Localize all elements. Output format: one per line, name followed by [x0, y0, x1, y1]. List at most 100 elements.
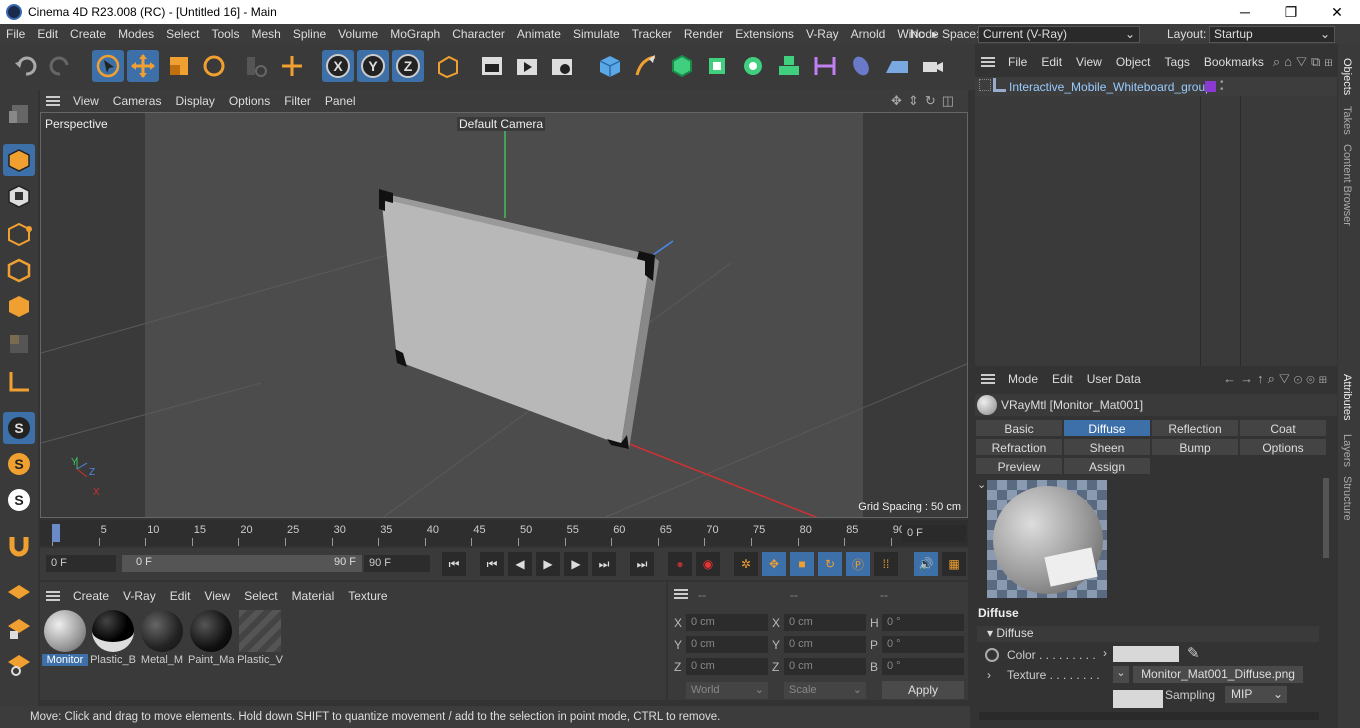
- material-menu-texture[interactable]: Texture: [341, 589, 394, 603]
- x-axis-lock-button[interactable]: X: [322, 50, 354, 82]
- tab-sheen[interactable]: Sheen: [1063, 438, 1151, 456]
- side-tab-objects[interactable]: Objects: [1341, 58, 1353, 95]
- live-selection-button[interactable]: [92, 50, 124, 82]
- material-swatch-monitor[interactable]: Monitor: [42, 608, 88, 668]
- tab-basic[interactable]: Basic: [975, 419, 1063, 437]
- render-view-button[interactable]: [476, 50, 508, 82]
- redo-button[interactable]: [44, 50, 76, 82]
- rot-b-field[interactable]: 0 °: [882, 658, 964, 675]
- menu-modes[interactable]: Modes: [112, 27, 160, 41]
- eyedropper-icon[interactable]: ✎: [1187, 644, 1200, 662]
- collapse-chevron-icon[interactable]: ⌄: [977, 478, 986, 491]
- edges-mode-button[interactable]: [3, 254, 35, 286]
- current-frame-field[interactable]: 0 F: [902, 525, 966, 542]
- grid-button[interactable]: [3, 576, 35, 608]
- snap-button[interactable]: S: [3, 412, 35, 444]
- size-y-field[interactable]: 0 cm: [784, 636, 866, 653]
- tab-options[interactable]: Options: [1239, 438, 1327, 456]
- menu-animate[interactable]: Animate: [511, 27, 567, 41]
- sampling-select[interactable]: MIP ⌄: [1225, 686, 1287, 703]
- object-row[interactable]: Interactive_Mobile_Whiteboard_group • •: [975, 77, 1337, 96]
- make-editable-button[interactable]: [3, 98, 35, 130]
- side-tab-attributes[interactable]: Attributes: [1341, 374, 1353, 420]
- material-menu-icon[interactable]: [46, 591, 60, 601]
- render-settings-button[interactable]: [546, 50, 578, 82]
- move-tool-button[interactable]: [127, 50, 159, 82]
- menu-character[interactable]: Character: [446, 27, 511, 41]
- menu-select[interactable]: Select: [160, 27, 205, 41]
- axis-tool-button[interactable]: [276, 50, 308, 82]
- material-menu-select[interactable]: Select: [237, 589, 284, 603]
- previous-frame-button[interactable]: ◀: [508, 552, 532, 576]
- points-mode-button[interactable]: [3, 218, 35, 250]
- tab-assign[interactable]: Assign: [1063, 457, 1151, 475]
- attribute-menu-user-data[interactable]: User Data: [1080, 372, 1148, 386]
- 3d-viewport[interactable]: Perspective Default Camera Y Z X Grid Sp…: [40, 112, 968, 518]
- tab-reflection[interactable]: Reflection: [1151, 419, 1239, 437]
- minimize-button[interactable]: ─: [1222, 0, 1268, 24]
- sound-button[interactable]: 🔊: [914, 552, 938, 576]
- model-mode-button[interactable]: [3, 144, 35, 176]
- viewport-menu-cameras[interactable]: Cameras: [106, 94, 169, 108]
- subdivision-surface-button[interactable]: [666, 50, 698, 82]
- pos-x-field[interactable]: 0 cm: [686, 614, 768, 631]
- cube-object-button[interactable]: [594, 50, 626, 82]
- next-frame-button[interactable]: ▶: [564, 552, 588, 576]
- attribute-nav-icons[interactable]: ←→↑⌕▽⊙⊚⊞: [1223, 371, 1331, 387]
- viewport-menu-options[interactable]: Options: [222, 94, 277, 108]
- object-menu-file[interactable]: File: [1001, 55, 1034, 69]
- apply-button[interactable]: Apply: [882, 681, 964, 699]
- menu-mesh[interactable]: Mesh: [245, 27, 286, 41]
- diffuse-group-header[interactable]: ▾ Diffuse: [977, 626, 1319, 642]
- lock-workplane-button[interactable]: [3, 612, 35, 644]
- magnet-button[interactable]: [3, 530, 35, 562]
- cloner-button[interactable]: [737, 50, 769, 82]
- pos-z-field[interactable]: 0 cm: [686, 658, 768, 675]
- texture-expand-icon[interactable]: ›: [987, 668, 991, 682]
- material-swatch-plastic-b[interactable]: Plastic_B: [90, 608, 136, 668]
- y-axis-lock-button[interactable]: Y: [357, 50, 389, 82]
- go-to-start-button[interactable]: ⏮: [442, 552, 466, 576]
- coord-scale-select[interactable]: Scale ⌄: [784, 682, 866, 699]
- key-rotation-button[interactable]: ↻: [818, 552, 842, 576]
- texture-file-button[interactable]: Monitor_Mat001_Diffuse.png: [1133, 666, 1303, 683]
- key-scale-button[interactable]: ■: [790, 552, 814, 576]
- material-swatch-metal-m[interactable]: Metal_M: [139, 608, 185, 668]
- mograph-cubes-button[interactable]: [773, 50, 805, 82]
- menu-mograph[interactable]: MoGraph: [384, 27, 446, 41]
- go-to-end-button[interactable]: ⏭: [630, 552, 654, 576]
- previous-key-button[interactable]: ⏮: [480, 552, 504, 576]
- size-z-field[interactable]: 0 cm: [784, 658, 866, 675]
- play-button[interactable]: ▶: [536, 552, 560, 576]
- close-button[interactable]: ✕: [1314, 0, 1360, 24]
- keyframe-selection-button[interactable]: ✲: [734, 552, 758, 576]
- rotate-tool-button[interactable]: [198, 50, 230, 82]
- menu-edit[interactable]: Edit: [31, 27, 64, 41]
- side-tab-takes[interactable]: Takes: [1341, 106, 1353, 135]
- attribute-menu-mode[interactable]: Mode: [1001, 372, 1045, 386]
- camera-label[interactable]: Default Camera: [457, 117, 546, 131]
- object-menu-object[interactable]: Object: [1109, 55, 1158, 69]
- coord-mode-select[interactable]: World ⌄: [686, 682, 768, 699]
- tab-coat[interactable]: Coat: [1239, 419, 1327, 437]
- size-x-field[interactable]: 0 cm: [784, 614, 866, 631]
- texture-mode-button[interactable]: [3, 180, 35, 212]
- menu-create[interactable]: Create: [64, 27, 112, 41]
- camera-button[interactable]: [917, 50, 949, 82]
- object-menu-bookmarks[interactable]: Bookmarks: [1197, 55, 1271, 69]
- z-axis-lock-button[interactable]: Z: [392, 50, 424, 82]
- material-menu-create[interactable]: Create: [66, 589, 116, 603]
- material-menu-material[interactable]: Material: [285, 589, 342, 603]
- key-pla-button[interactable]: ⁞⁞: [874, 552, 898, 576]
- menu-tools[interactable]: Tools: [205, 27, 245, 41]
- maximize-button[interactable]: ❐: [1268, 0, 1314, 24]
- menu-render[interactable]: Render: [678, 27, 729, 41]
- key-position-button[interactable]: ✥: [762, 552, 786, 576]
- attribute-menu-edit[interactable]: Edit: [1045, 372, 1080, 386]
- tab-preview-settings[interactable]: Preview Settings: [975, 457, 1063, 492]
- autokey-button[interactable]: ◉: [696, 552, 720, 576]
- texture-menu-button[interactable]: ⌄: [1113, 666, 1129, 683]
- menu-extensions[interactable]: Extensions: [729, 27, 800, 41]
- tab-diffuse[interactable]: Diffuse: [1063, 419, 1151, 437]
- viewport-menu-icon[interactable]: [46, 96, 60, 106]
